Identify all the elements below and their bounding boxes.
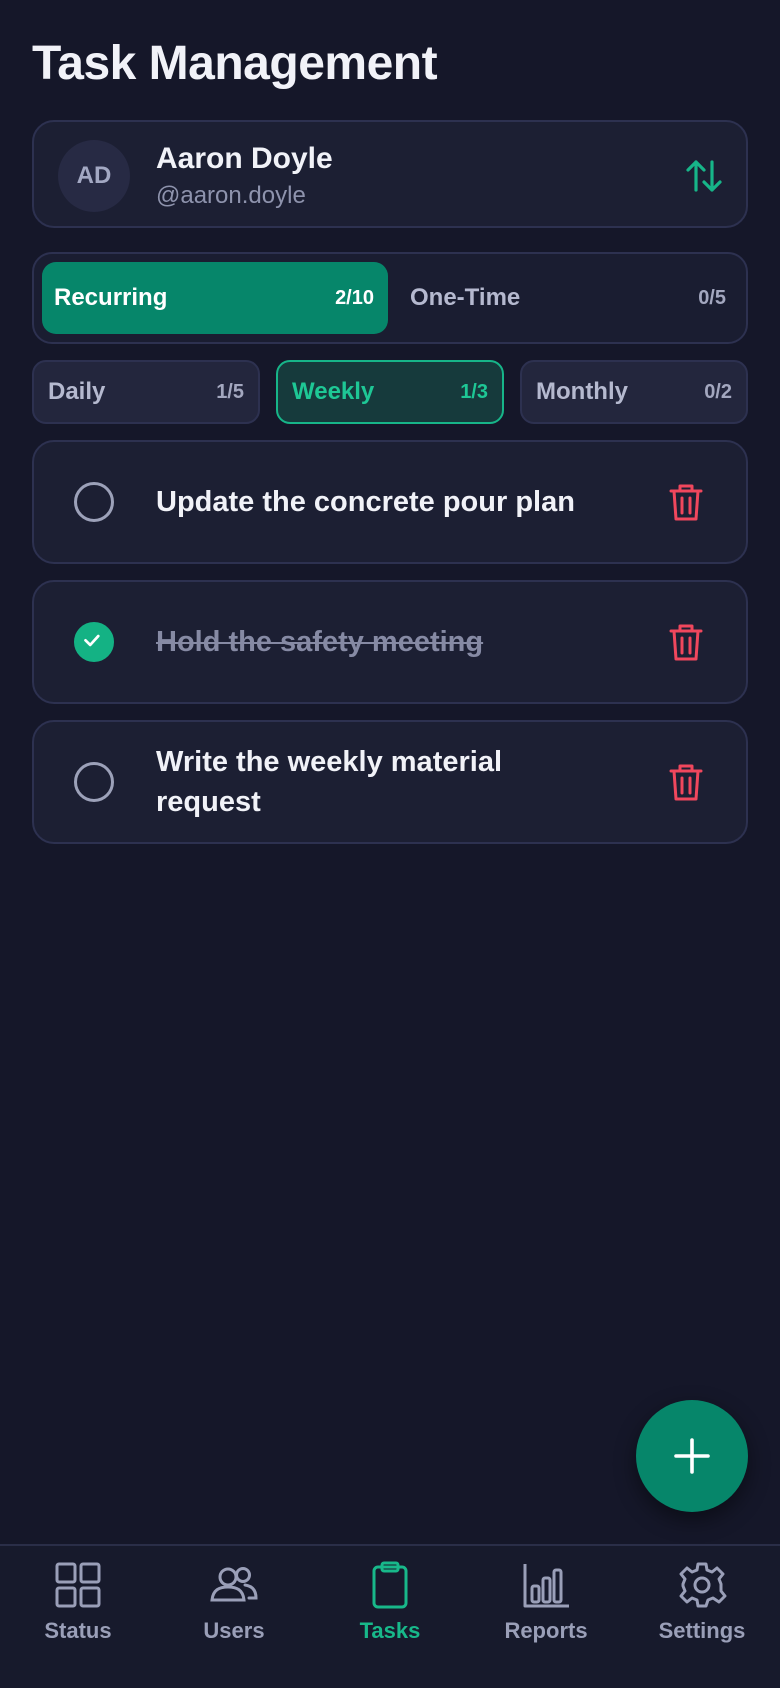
task-text: Hold the safety meeting — [156, 626, 484, 658]
add-task-button[interactable] — [636, 1400, 748, 1512]
tab-weekly-count: 1/3 — [460, 380, 488, 403]
tab-monthly[interactable]: Monthly 0/2 — [520, 360, 748, 424]
task-checkbox-checked[interactable] — [74, 622, 114, 662]
trash-icon[interactable] — [668, 762, 704, 802]
gear-icon — [679, 1562, 727, 1608]
task-item: Update the concrete pour plan — [32, 440, 748, 564]
trash-icon[interactable] — [668, 622, 704, 662]
nav-status-label: Status — [44, 1618, 112, 1643]
page-title: Task Management — [32, 37, 438, 90]
task-type-switcher: Recurring 2/10 One-Time 0/5 — [32, 252, 748, 344]
tab-daily-count: 1/5 — [216, 380, 244, 403]
user-handle: @aaron.doyle — [156, 182, 306, 209]
bar-chart-icon — [523, 1564, 569, 1608]
grid-icon — [55, 1562, 101, 1608]
tab-one-time-label: One-Time — [410, 284, 521, 311]
tab-monthly-label: Monthly — [536, 378, 628, 405]
swap-sort-icon[interactable] — [684, 156, 724, 196]
task-checkbox[interactable] — [74, 482, 114, 522]
tab-weekly-label: Weekly — [292, 378, 375, 405]
trash-icon[interactable] — [668, 482, 704, 522]
tab-one-time-count: 0/5 — [698, 286, 726, 309]
tab-recurring-label: Recurring — [54, 284, 168, 311]
nav-users[interactable]: Users — [156, 1560, 312, 1660]
task-checkbox[interactable] — [74, 762, 114, 802]
nav-reports[interactable]: Reports — [468, 1560, 624, 1660]
nav-settings-label: Settings — [658, 1618, 746, 1643]
tab-recurring-count: 2/10 — [335, 286, 374, 309]
checkmark-icon — [84, 634, 100, 647]
nav-reports-label: Reports — [504, 1618, 588, 1643]
tab-monthly-count: 0/2 — [704, 380, 732, 403]
nav-settings[interactable]: Settings — [624, 1560, 780, 1660]
bottom-nav: Status Users Tasks Reports Settings — [0, 1544, 780, 1688]
user-card: AD Aaron Doyle @aaron.doyle — [32, 120, 748, 228]
plus-icon — [674, 1438, 710, 1474]
user-name: Aaron Doyle — [156, 142, 333, 175]
task-text: Write the weekly material request — [156, 746, 503, 818]
tab-recurring[interactable]: Recurring 2/10 — [42, 262, 388, 334]
nav-tasks[interactable]: Tasks — [312, 1560, 468, 1660]
clipboard-icon — [372, 1561, 408, 1609]
task-text: Update the concrete pour plan — [156, 486, 575, 518]
tab-daily[interactable]: Daily 1/5 — [32, 360, 260, 424]
users-icon — [210, 1567, 258, 1602]
task-item: Hold the safety meeting — [32, 580, 748, 704]
task-management-screen: Task Management AD Aaron Doyle @aaron.do… — [0, 0, 780, 1688]
nav-users-label: Users — [203, 1618, 265, 1643]
tab-daily-label: Daily — [48, 378, 106, 405]
tab-one-time[interactable]: One-Time 0/5 — [398, 262, 740, 334]
nav-status[interactable]: Status — [0, 1560, 156, 1660]
avatar: AD — [58, 140, 130, 212]
nav-tasks-label: Tasks — [359, 1618, 421, 1643]
task-item: Write the weekly material request — [32, 720, 748, 844]
tab-weekly[interactable]: Weekly 1/3 — [276, 360, 504, 424]
